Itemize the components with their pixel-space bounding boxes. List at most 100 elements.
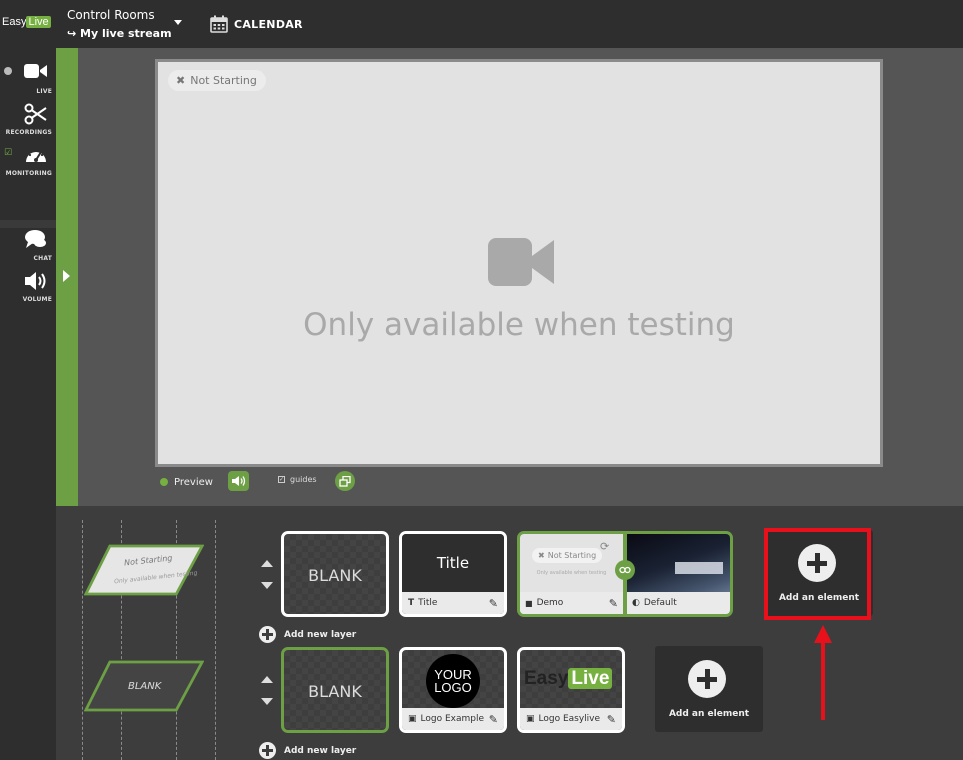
layer2-blank-tile[interactable]: BLANK bbox=[281, 647, 389, 733]
tile-name: Default bbox=[643, 598, 677, 608]
preview-toggle[interactable]: Preview bbox=[160, 477, 213, 488]
shield-icon: ◐ bbox=[632, 598, 640, 608]
layer2-logo-easylive-tile[interactable]: Easy Live ▣ Logo Easylive ✎ bbox=[517, 647, 625, 733]
guides-label: guides bbox=[290, 475, 317, 484]
calendar-label: CALENDAR bbox=[234, 17, 303, 31]
left-navigation: LIVE RECORDINGS ☑ MONITORING CHAT VOLUME bbox=[0, 48, 56, 760]
close-icon: ✖ bbox=[176, 74, 186, 87]
tile-name: Logo Example bbox=[420, 714, 485, 724]
tile-name: Demo bbox=[536, 598, 564, 608]
plus-circle-icon bbox=[259, 742, 276, 759]
layer2-add-element-button[interactable]: Add an element bbox=[655, 646, 763, 732]
demo-preview: ✖ Not Starting ⟳ Only available when tes… bbox=[520, 534, 623, 614]
demo-status-badge: ✖ Not Starting bbox=[532, 548, 603, 563]
add-layer-label: Add new layer bbox=[284, 629, 357, 640]
blank-label: BLANK bbox=[308, 566, 362, 585]
scissors-icon bbox=[24, 103, 47, 125]
layer1-demo-default-tile[interactable]: ✖ Not Starting ⟳ Only available when tes… bbox=[517, 531, 733, 617]
stream-status-text: Not Starting bbox=[190, 74, 257, 87]
video-camera-icon: ■ bbox=[525, 598, 533, 608]
control-rooms-label[interactable]: Control Rooms bbox=[67, 8, 155, 22]
easylive-logo-preview: Easy Live bbox=[524, 668, 613, 690]
tile-footer: T Title ✎ bbox=[402, 592, 504, 614]
video-player-screen: ✖ Not Starting Only available when testi… bbox=[158, 62, 880, 464]
default-preview-caption bbox=[675, 562, 723, 574]
add-new-layer-button-2[interactable]: Add new layer bbox=[259, 742, 356, 759]
nav-item-live[interactable]: LIVE bbox=[0, 58, 56, 98]
chat-icon bbox=[25, 230, 46, 248]
tile-name: Logo Easylive bbox=[538, 714, 601, 724]
layer1-move-down[interactable] bbox=[261, 582, 273, 589]
image-icon: ▣ bbox=[526, 714, 535, 724]
tile-name: Title bbox=[418, 598, 438, 608]
nav-item-volume[interactable]: VOLUME bbox=[0, 266, 56, 306]
layer2-move-down[interactable] bbox=[261, 698, 273, 705]
layer1-move-up[interactable] bbox=[261, 560, 273, 567]
plus-circle-icon bbox=[259, 626, 276, 643]
tile-footer: ◐ Default bbox=[627, 592, 730, 614]
image-icon: ▣ bbox=[408, 714, 417, 724]
pencil-icon[interactable]: ✎ bbox=[607, 713, 616, 726]
logo-live: Live bbox=[26, 16, 51, 28]
pencil-icon[interactable]: ✎ bbox=[489, 713, 498, 726]
layer-guide-line bbox=[215, 520, 216, 760]
title-preview: Title bbox=[402, 534, 504, 592]
easylive-logo[interactable]: Easy Live bbox=[2, 16, 51, 28]
sound-toggle-button[interactable] bbox=[228, 471, 249, 491]
preview-label: Preview bbox=[174, 476, 213, 488]
tile-footer: ■ Demo ✎ bbox=[520, 592, 623, 614]
layer1-title-tile[interactable]: Title T Title ✎ bbox=[399, 531, 507, 617]
tile-footer: ▣ Logo Easylive ✎ bbox=[520, 708, 622, 730]
redirect-arrow-icon: ↪ bbox=[67, 27, 81, 40]
preview-status-dot bbox=[160, 478, 168, 486]
layer2-move-up[interactable] bbox=[261, 676, 273, 683]
popout-window-button[interactable] bbox=[335, 471, 355, 491]
video-camera-icon bbox=[488, 238, 554, 286]
default-preview: ◐ Default bbox=[627, 534, 730, 614]
layer2-logo-example-tile[interactable]: YOUR LOGO ▣ Logo Example ✎ bbox=[399, 647, 507, 733]
stream-status-badge: ✖ Not Starting bbox=[168, 70, 266, 91]
layer-preview-bottom-label: BLANK bbox=[128, 681, 162, 692]
nav-label-monitoring: MONITORING bbox=[5, 170, 52, 177]
add-new-layer-button-1[interactable]: Add new layer bbox=[259, 626, 356, 643]
nav-item-recordings[interactable]: RECORDINGS bbox=[0, 99, 56, 139]
logo-preview-live: Live bbox=[568, 668, 613, 689]
calendar-button[interactable]: CALENDAR bbox=[210, 14, 303, 34]
video-camera-icon bbox=[24, 64, 47, 78]
player-message: Only available when testing bbox=[303, 307, 735, 343]
live-stream-name-text: My live stream bbox=[80, 27, 172, 40]
logo-preview-line2: LOGO bbox=[434, 680, 472, 695]
pencil-icon[interactable]: ✎ bbox=[609, 597, 618, 610]
demo-message: Only available when testing bbox=[536, 570, 607, 576]
preview-controls: Preview ✓ guides bbox=[160, 471, 355, 492]
layer1-blank-tile[interactable]: BLANK bbox=[281, 531, 389, 617]
add-layer-label: Add new layer bbox=[284, 745, 357, 756]
nav-item-monitoring[interactable]: MONITORING bbox=[0, 140, 56, 180]
link-icon[interactable] bbox=[615, 560, 635, 580]
nav-label-live: LIVE bbox=[36, 88, 52, 95]
blank-label: BLANK bbox=[308, 682, 362, 701]
windows-icon bbox=[339, 475, 351, 487]
highlight-box bbox=[764, 528, 871, 620]
checkbox-icon: ✓ bbox=[278, 476, 285, 483]
demo-status-text: Not Starting bbox=[547, 551, 597, 560]
volume-icon bbox=[231, 476, 245, 486]
calendar-icon bbox=[210, 15, 228, 33]
add-element-label: Add an element bbox=[668, 709, 750, 719]
chevron-down-icon[interactable] bbox=[174, 20, 182, 25]
pencil-icon[interactable]: ✎ bbox=[489, 597, 498, 610]
plus-icon bbox=[688, 660, 726, 698]
refresh-icon[interactable]: ⟳ bbox=[600, 540, 609, 553]
layer-guide-line bbox=[82, 520, 83, 760]
close-icon: ✖ bbox=[538, 551, 545, 560]
tile-footer: ▣ Logo Example ✎ bbox=[402, 708, 504, 730]
sidebar-toggle[interactable] bbox=[56, 48, 78, 506]
logo-easy: Easy bbox=[2, 16, 27, 28]
nav-label-recordings: RECORDINGS bbox=[5, 129, 52, 136]
nav-item-chat[interactable]: CHAT bbox=[0, 225, 56, 265]
nav-label-volume: VOLUME bbox=[22, 296, 52, 303]
video-player[interactable]: ✖ Not Starting Only available when testi… bbox=[155, 59, 883, 467]
live-stream-name[interactable]: ↪ My live stream bbox=[67, 27, 172, 40]
guides-checkbox[interactable]: ✓ guides bbox=[278, 475, 317, 484]
text-icon: T bbox=[408, 598, 415, 608]
